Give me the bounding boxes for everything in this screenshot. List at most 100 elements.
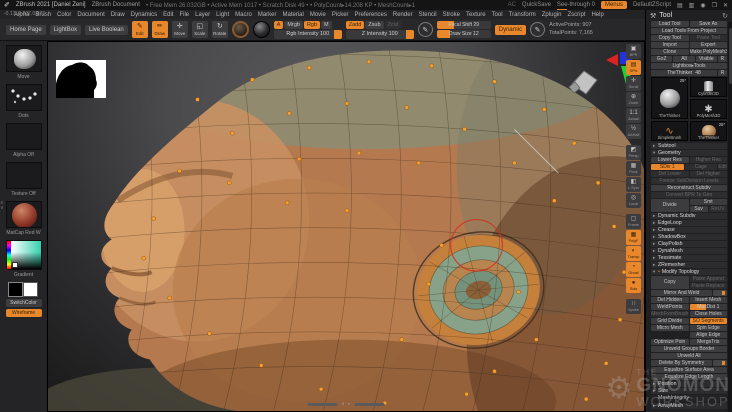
weldpoints-button[interactable]: WeldPoints <box>651 304 689 310</box>
frame-button[interactable]: ▢ Frame <box>626 214 641 229</box>
bpr-button[interactable]: ▣ BPR <box>626 44 641 59</box>
zadd-button[interactable]: Zadd <box>345 20 365 29</box>
zcut-button[interactable]: Zcut <box>384 20 402 29</box>
menu-document[interactable]: Document <box>77 12 104 18</box>
lightbox-button[interactable]: LightBox <box>49 24 82 35</box>
tray-scroll-arrows[interactable]: ∧ ∨ <box>0 201 4 211</box>
dynamesh-section[interactable]: ▸ DynaMesh <box>651 248 727 254</box>
menu-light[interactable]: Light <box>216 12 229 18</box>
cage-button[interactable]: Cage <box>684 164 717 170</box>
del-higher-button[interactable]: Del Higher <box>689 171 727 177</box>
geometry-section[interactable]: ▾ Geometry <box>651 150 727 156</box>
thinker-thumbnail[interactable]: 25* TheThinker <box>690 121 727 141</box>
draw-mode-button[interactable]: ✏ Draw <box>151 21 168 38</box>
reconstruct-subdiv-button[interactable]: Reconstruct Subdiv <box>651 185 727 191</box>
scroll-left-icon[interactable]: ◂ <box>341 402 344 407</box>
menus-button[interactable]: Menus <box>600 1 627 9</box>
close-icon[interactable]: ✕ <box>723 2 728 9</box>
xpose-button[interactable]: ∷ Xpose <box>626 299 641 314</box>
cylinder3d-thumbnail[interactable]: Cylinder3D <box>690 77 727 97</box>
home-page-button[interactable]: Home Page <box>6 24 46 35</box>
zsub-button[interactable]: Zsub <box>365 20 384 29</box>
clone-button[interactable]: Clone <box>651 49 689 55</box>
active-tool-thumbnail[interactable]: 25* TheThinker <box>651 77 688 119</box>
move-mode-button[interactable]: ✛ Move <box>171 21 188 38</box>
scroll-right-icon[interactable]: ▸ <box>348 402 351 407</box>
insert-mesh-button[interactable]: Insert Mesh <box>689 297 727 303</box>
suv-button[interactable]: Suv <box>689 206 708 212</box>
persp-button[interactable]: ◩ Persp <box>626 145 641 160</box>
import-button[interactable]: Import <box>651 42 689 48</box>
quicksave-button[interactable]: QuickSave <box>522 2 551 8</box>
menu-layer[interactable]: Layer <box>195 12 210 18</box>
lsym-button[interactable]: ◧ L.Sym <box>626 177 641 192</box>
actual-button[interactable]: 1:1 Actual <box>626 108 641 123</box>
draw-size-slider[interactable]: Draw Size 12 <box>436 30 491 38</box>
transp-button[interactable]: ◐ Transp <box>626 246 641 261</box>
main-color-swatch[interactable] <box>7 282 23 297</box>
scale-mode-button[interactable]: ◱ Scale <box>191 21 208 38</box>
dynamic-subdiv-section[interactable]: ▸ Dynamic Subdiv <box>651 213 727 219</box>
size-section[interactable]: ▸ Size <box>651 388 727 394</box>
optimize-points-button[interactable]: Optimize Poin <box>651 339 689 345</box>
scroll-button[interactable]: ✛ Scroll <box>626 76 641 91</box>
edgeloop-section[interactable]: ▸ EdgeLoop <box>651 220 727 226</box>
points-compass-icon[interactable]: ✎ <box>530 22 546 37</box>
make-polymesh3d-button[interactable]: Make PolyMesh3D <box>689 49 727 55</box>
cage-edit-button[interactable]: Edit <box>718 164 727 170</box>
spin-edge-button[interactable]: Spin Edge <box>689 325 727 331</box>
menu-zscript[interactable]: Zscript <box>567 12 585 18</box>
see-through-slider[interactable]: See-through 0 <box>556 2 595 10</box>
restore-icon[interactable]: ❐ <box>712 2 717 9</box>
del-hidden-button[interactable]: Del Hidden <box>651 297 689 303</box>
menu-tool[interactable]: Tool <box>492 12 503 18</box>
document-canvas[interactable]: ▣ BPR ▤ SPix ✛ Scroll ⊕ Zoom 1:1 Actual ½ AAHa… <box>47 41 645 412</box>
export-button[interactable]: Export <box>689 42 727 48</box>
local-button[interactable]: ◎ Local <box>626 193 641 208</box>
zremesher-section[interactable]: ▸ ZRemesher <box>651 262 727 268</box>
position-section[interactable]: ▸ Position <box>651 381 727 387</box>
zoom-button[interactable]: ⊕ Zoom <box>626 92 641 107</box>
load-tool-button[interactable]: Load Tool <box>651 21 689 27</box>
anchor-button[interactable]: A <box>273 20 284 29</box>
divide-button[interactable]: Divide <box>651 199 689 212</box>
user-icon[interactable]: ◉ <box>700 2 705 9</box>
current-material-preview[interactable] <box>252 21 270 38</box>
higher-res-button[interactable]: Higher Res <box>689 157 727 163</box>
color-picker[interactable] <box>5 240 42 270</box>
rgb-intensity-slider[interactable]: Rgb Intensity 100 <box>273 29 342 39</box>
live-boolean-button[interactable]: Live Boolean <box>85 24 128 35</box>
layout-icon[interactable]: ▤ <box>677 2 683 9</box>
menu-color[interactable]: Color <box>57 12 71 18</box>
paste-tool-button[interactable]: Paste Tool <box>689 35 727 41</box>
mirror-and-weld-button[interactable]: Mirror And Weld <box>651 290 712 296</box>
lightbox-tools-button[interactable]: Lightbox▸Tools <box>651 63 727 69</box>
polyf-button[interactable]: ▦ PolyF <box>626 230 641 245</box>
tool-palette-header[interactable]: ⚒ Tool ↻ <box>646 10 732 21</box>
menu-render[interactable]: Render <box>393 12 413 18</box>
palette-scrollbar[interactable] <box>728 22 732 412</box>
claypolish-section[interactable]: ▸ ClayPolish <box>651 241 727 247</box>
menu-zplugin[interactable]: Zplugin <box>542 12 562 18</box>
sdiv-slider[interactable]: SDiv 1 <box>651 164 684 170</box>
texture-thumbnail[interactable] <box>5 162 42 189</box>
menu-movie[interactable]: Movie <box>310 12 326 18</box>
delete-symmetry-axis-slider[interactable] <box>713 360 727 366</box>
so-segments-slider[interactable]: SO Segments <box>689 318 727 324</box>
aahalf-button[interactable]: ½ AAHalf <box>626 124 641 139</box>
material-thumbnail[interactable] <box>5 201 42 228</box>
reuv-button[interactable]: ReUV <box>708 206 727 212</box>
m-button[interactable]: M <box>321 20 332 29</box>
unweld-all-button[interactable]: Unweld All <box>651 353 727 359</box>
default-zscript-button[interactable]: DefaultZScript <box>633 2 671 8</box>
menu-macro[interactable]: Macro <box>235 12 252 18</box>
wireframe-button[interactable]: Wireframe <box>5 309 42 317</box>
current-brush-preview[interactable] <box>231 21 249 38</box>
equalize-surface-area-button[interactable]: Equalize Surface Area <box>651 367 727 373</box>
menu-picker[interactable]: Picker <box>332 12 349 18</box>
palette-scrollbar-thumb[interactable] <box>728 28 732 84</box>
mergetris-button[interactable]: MergeTris <box>689 339 727 345</box>
menu-draw[interactable]: Draw <box>111 12 125 18</box>
stroke-thumbnail[interactable] <box>5 84 42 111</box>
copy-button[interactable]: Copy <box>651 276 689 289</box>
